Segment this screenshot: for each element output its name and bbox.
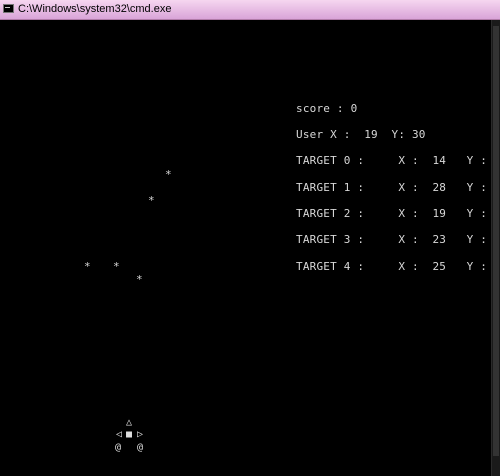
target-star: * — [136, 273, 143, 286]
user-position-text: User X : 19 Y: 30 — [296, 128, 426, 141]
title-bar[interactable]: C:\Windows\system32\cmd.exe — [0, 0, 500, 20]
target-0-text: TARGET 0 : X : 14 Y : 18 — [296, 154, 500, 167]
player-ship: △ ◁ ■ ▷ @ @ — [113, 418, 149, 456]
vertical-scrollbar[interactable] — [491, 20, 500, 476]
target-4-text: TARGET 4 : X : 25 Y : 13 — [296, 260, 500, 273]
score-text: score : 0 — [296, 102, 358, 115]
target-1-text: TARGET 1 : X : 28 Y : 11 — [296, 181, 500, 194]
console-area[interactable]: score : 0 User X : 19 Y: 30 TARGET 0 : X… — [0, 20, 500, 476]
target-star: * — [84, 260, 91, 273]
up-arrow-icon: △ — [126, 417, 133, 428]
window-title: C:\Windows\system32\cmd.exe — [18, 3, 172, 15]
square-icon: ■ — [126, 429, 133, 440]
at-sign-icon: @ — [115, 442, 122, 453]
target-star: * — [165, 168, 172, 181]
target-2-text: TARGET 2 : X : 19 Y : 18 — [296, 207, 500, 220]
left-arrow-icon: ◁ — [116, 429, 123, 440]
console-app-icon[interactable] — [3, 4, 14, 13]
target-star: * — [148, 194, 155, 207]
target-star: * — [113, 260, 120, 273]
right-arrow-icon: ▷ — [137, 429, 144, 440]
at-sign-icon: @ — [137, 442, 144, 453]
scrollbar-thumb[interactable] — [493, 26, 499, 456]
target-3-text: TARGET 3 : X : 23 Y : 19 — [296, 233, 500, 246]
